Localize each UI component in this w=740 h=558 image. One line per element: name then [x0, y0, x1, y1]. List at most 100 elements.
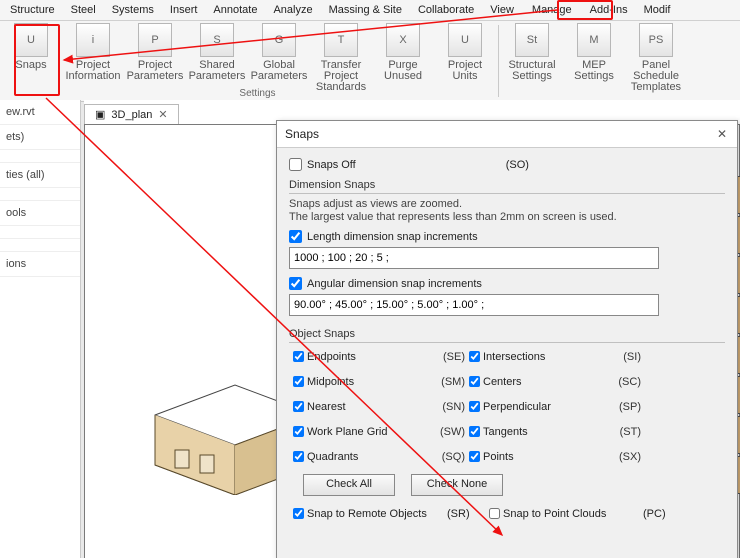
snap-nearest-checkbox[interactable]	[293, 400, 304, 413]
angular-snap-label: Angular dimension snap increments	[307, 278, 482, 290]
snap-work-plane-grid-checkbox[interactable]	[293, 425, 304, 438]
menu-collaborate[interactable]: Collaborate	[410, 2, 482, 18]
snap-code: (SM)	[427, 376, 465, 388]
browser-item[interactable]: ties (all)	[0, 163, 80, 188]
ribbon-icon: M	[577, 23, 611, 57]
snap-midpoints-checkbox[interactable]	[293, 375, 304, 388]
snaps-off-code: (SO)	[506, 159, 529, 171]
browser-item[interactable]: ew.rvt	[0, 100, 80, 125]
ribbon-label: Panel ScheduleTemplates	[625, 60, 687, 93]
snap-code: (SI)	[603, 351, 641, 363]
snap-code: (SW)	[427, 426, 465, 438]
menu-insert[interactable]: Insert	[162, 2, 206, 18]
snap-code: (SP)	[603, 401, 641, 413]
dimension-snaps-group: Dimension Snaps	[289, 179, 725, 191]
project-browser[interactable]: ew.rvtets) ties (all) ools ions	[0, 100, 81, 558]
ribbon-icon: St	[515, 23, 549, 57]
menu-modify[interactable]: Modif	[636, 2, 679, 18]
ribbon-label: StructuralSettings	[508, 60, 555, 82]
dialog-title: Snaps	[285, 127, 319, 141]
cube-icon: ▣	[95, 108, 105, 121]
check-all-button[interactable]: Check All	[303, 474, 395, 496]
ribbon-label: ProjectParameters	[127, 60, 184, 82]
dialog-close-icon[interactable]: ✕	[715, 127, 729, 141]
ribbon-panel-schedule[interactable]: PS Panel ScheduleTemplates	[625, 21, 687, 101]
snap-label: Endpoints	[307, 351, 427, 363]
browser-item[interactable]	[0, 150, 80, 163]
highlight-snaps-button	[14, 24, 60, 96]
snap-label: Centers	[483, 376, 603, 388]
ribbon-icon: U	[448, 23, 482, 57]
ribbon-panel-label: Settings	[0, 88, 515, 100]
length-snap-input[interactable]	[289, 247, 659, 269]
browser-item[interactable]	[0, 226, 80, 239]
snap-label: Nearest	[307, 401, 427, 413]
snap-code: (SQ)	[427, 451, 465, 463]
menu-annotate[interactable]: Annotate	[205, 2, 265, 18]
snap-label: Midpoints	[307, 376, 427, 388]
snap-centers-checkbox[interactable]	[469, 375, 480, 388]
snap-code: (ST)	[603, 426, 641, 438]
ribbon-icon: T	[324, 23, 358, 57]
angular-snap-input[interactable]	[289, 294, 659, 316]
menu-massing-site[interactable]: Massing & Site	[321, 2, 410, 18]
ribbon-label: MEPSettings	[574, 60, 614, 82]
snap-label: Tangents	[483, 426, 603, 438]
snaps-dialog: Snaps ✕ Snaps Off (SO) Dimension Snaps S…	[276, 120, 738, 558]
snap-remote-label: Snap to Remote Objects	[307, 508, 447, 520]
snap-label: Work Plane Grid	[307, 426, 427, 438]
menu-steel[interactable]: Steel	[63, 2, 104, 18]
browser-item[interactable]: ets)	[0, 125, 80, 150]
snap-endpoints-checkbox[interactable]	[293, 350, 304, 363]
object-snaps-group: Object Snaps	[289, 328, 725, 340]
snap-pointcloud-code: (PC)	[643, 508, 681, 520]
help-line-2: The largest value that represents less t…	[289, 211, 725, 224]
ribbon-icon: X	[386, 23, 420, 57]
snap-perpendicular-checkbox[interactable]	[469, 400, 480, 413]
snap-label: Intersections	[483, 351, 603, 363]
ribbon-mep[interactable]: M MEPSettings	[563, 21, 625, 101]
close-icon[interactable]: ✕	[158, 108, 167, 121]
snap-points-checkbox[interactable]	[469, 450, 480, 463]
browser-item[interactable]	[0, 188, 80, 201]
snap-tangents-checkbox[interactable]	[469, 425, 480, 438]
menu-view[interactable]: View	[482, 2, 522, 18]
ribbon-icon: S	[200, 23, 234, 57]
snap-label: Points	[483, 451, 603, 463]
tab-label: 3D_plan	[111, 109, 152, 121]
ribbon-icon: P	[138, 23, 172, 57]
ribbon-label: GlobalParameters	[251, 60, 308, 82]
browser-item[interactable]	[0, 239, 80, 252]
length-snap-label: Length dimension snap increments	[307, 231, 478, 243]
snap-code: (SN)	[427, 401, 465, 413]
browser-item[interactable]: ools	[0, 201, 80, 226]
ribbon-icon: G	[262, 23, 296, 57]
help-line-1: Snaps adjust as views are zoomed.	[289, 198, 725, 211]
snap-code: (SC)	[603, 376, 641, 388]
snap-remote-checkbox[interactable]	[293, 507, 304, 520]
check-none-button[interactable]: Check None	[411, 474, 503, 496]
snap-quadrants-checkbox[interactable]	[293, 450, 304, 463]
menu-systems[interactable]: Systems	[104, 2, 162, 18]
snaps-off-checkbox[interactable]	[289, 158, 302, 171]
snap-label: Quadrants	[307, 451, 427, 463]
ribbon-label: PurgeUnused	[384, 60, 422, 82]
browser-item[interactable]: ions	[0, 252, 80, 277]
length-snap-checkbox[interactable]	[289, 230, 302, 243]
menu-structure[interactable]: Structure	[2, 2, 63, 18]
snap-pointcloud-checkbox[interactable]	[489, 507, 500, 520]
tab-3d-plan[interactable]: ▣ 3D_plan ✕	[84, 104, 179, 124]
snap-pointcloud-label: Snap to Point Clouds	[503, 508, 643, 520]
snap-remote-code: (SR)	[447, 508, 485, 520]
snap-code: (SE)	[427, 351, 465, 363]
ribbon-label: ProjectInformation	[65, 60, 120, 82]
ribbon-icon: i	[76, 23, 110, 57]
ribbon-label: ProjectUnits	[448, 60, 482, 82]
menu-analyze[interactable]: Analyze	[265, 2, 320, 18]
ribbon-icon: PS	[639, 23, 673, 57]
snaps-off-label: Snaps Off	[307, 159, 356, 171]
angular-snap-checkbox[interactable]	[289, 277, 302, 290]
snap-intersections-checkbox[interactable]	[469, 350, 480, 363]
ribbon-label: SharedParameters	[189, 60, 246, 82]
snap-label: Perpendicular	[483, 401, 603, 413]
